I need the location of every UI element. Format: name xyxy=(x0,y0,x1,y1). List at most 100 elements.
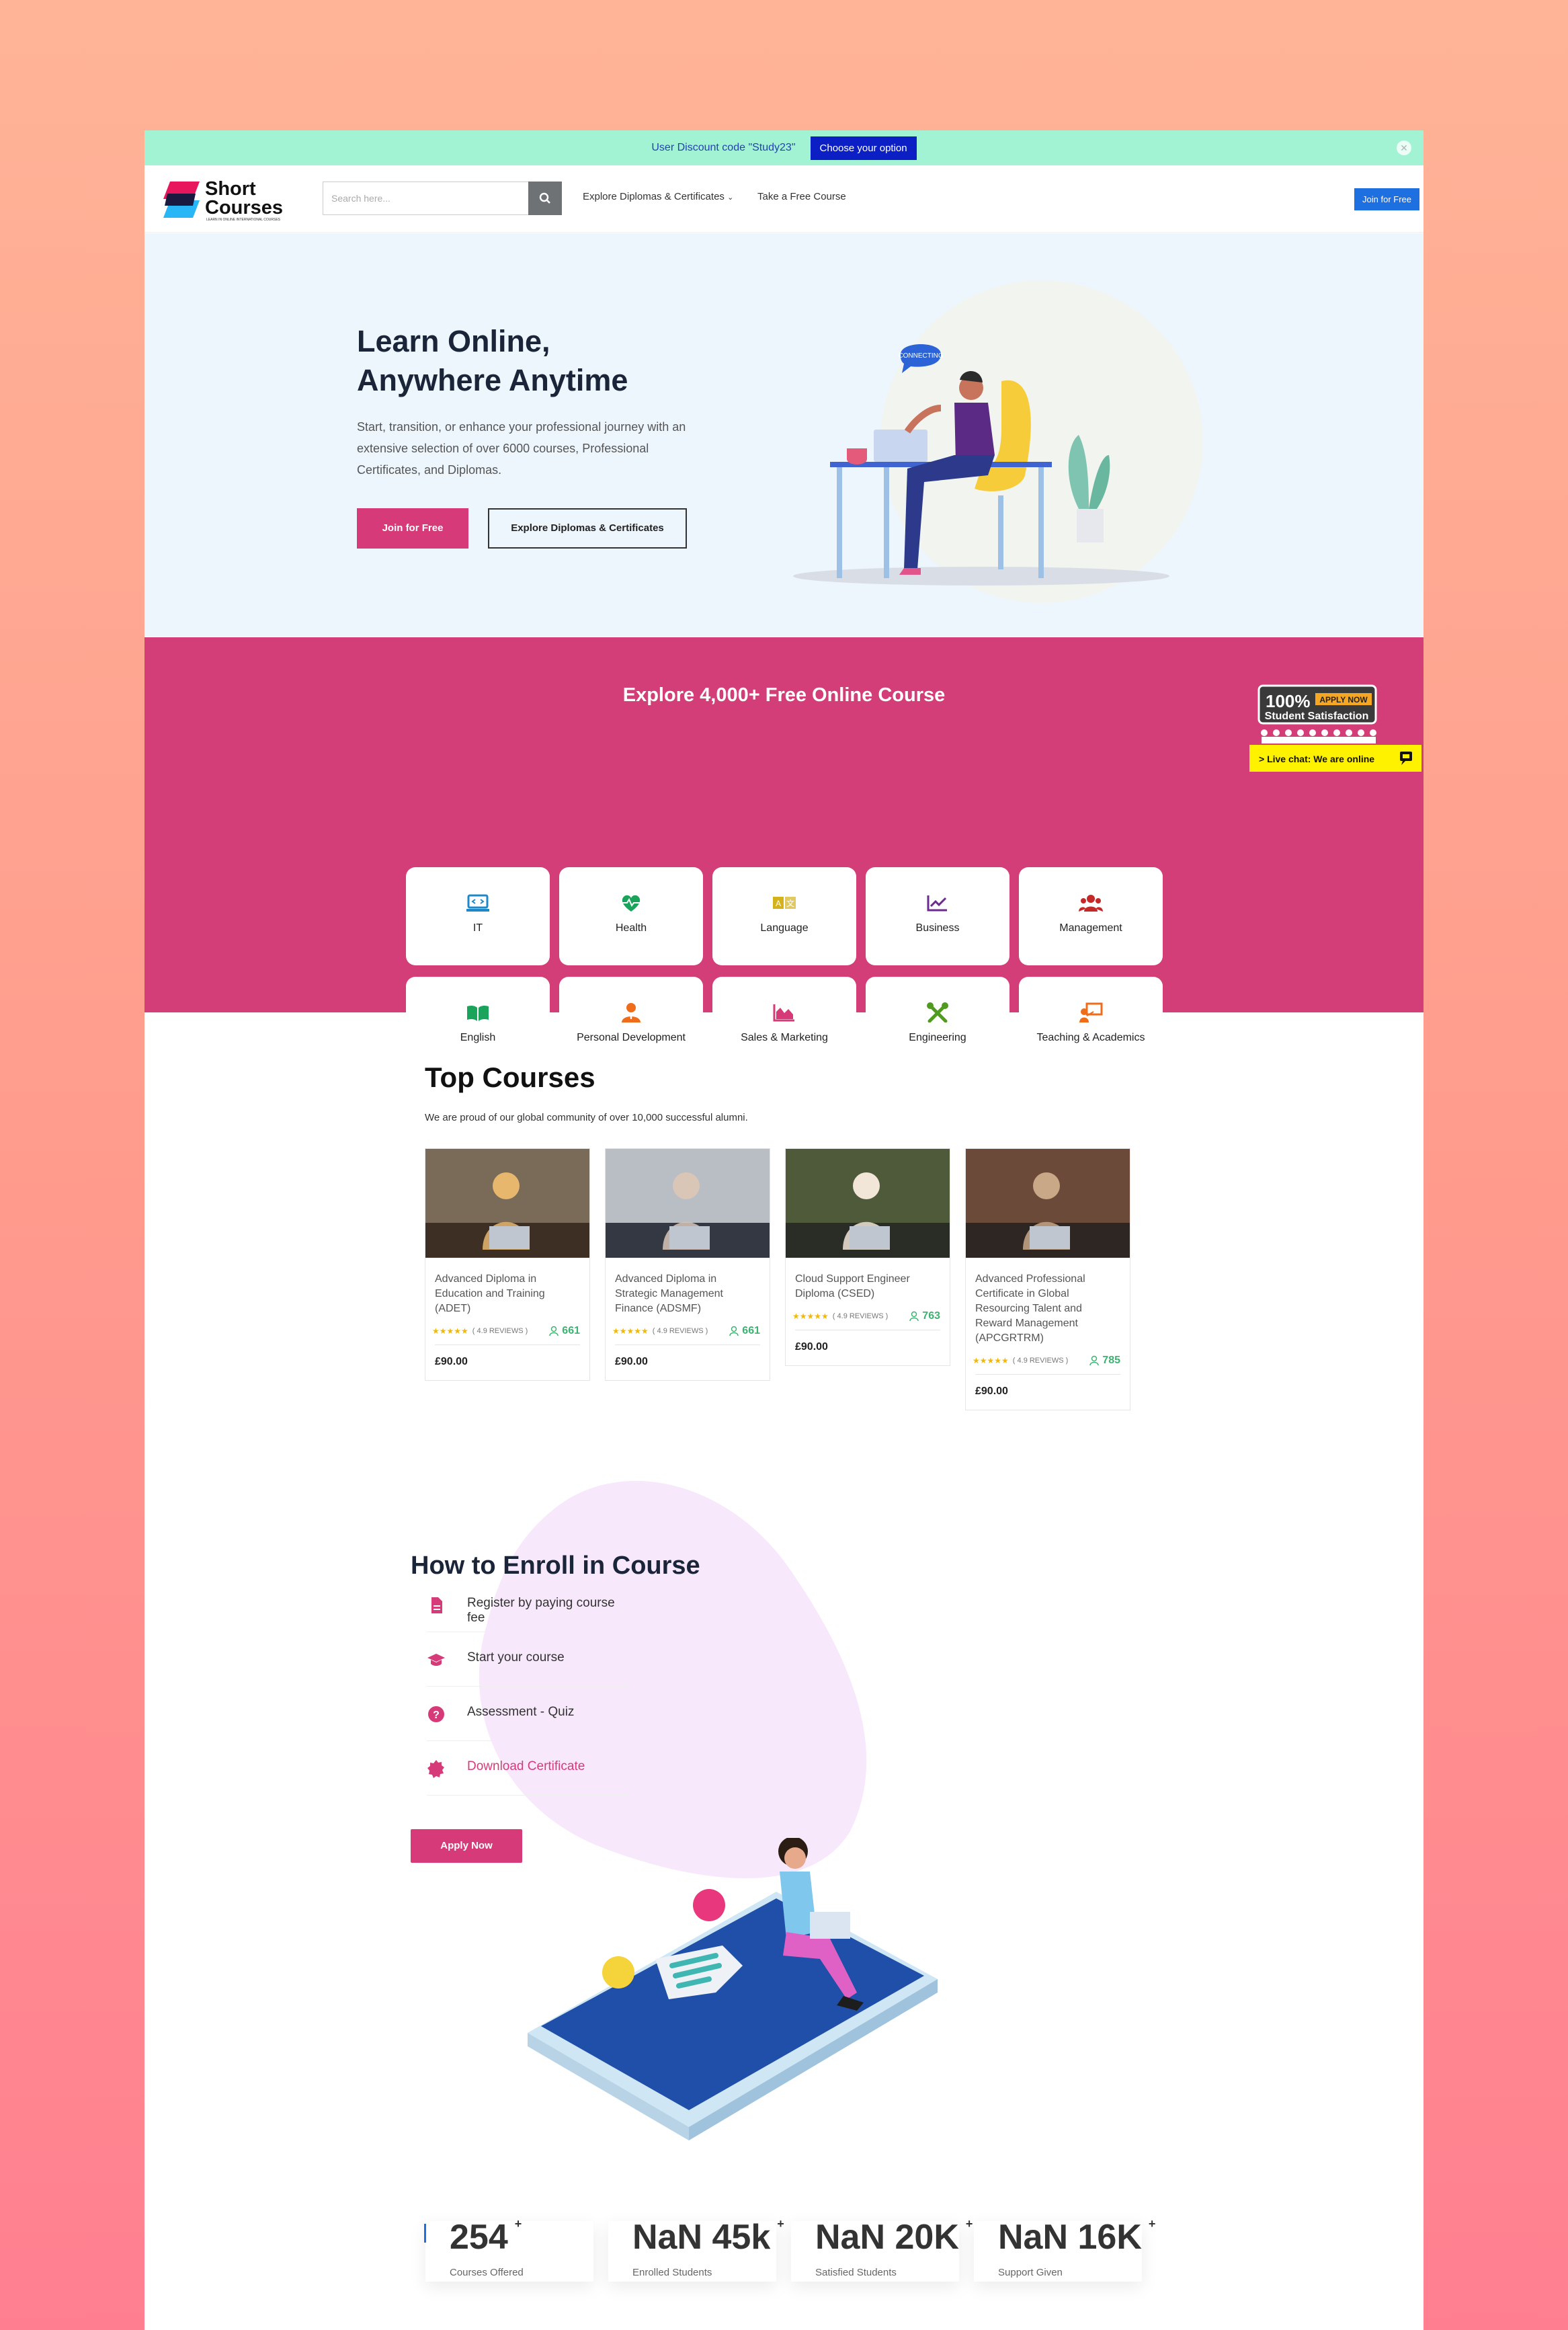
user-tie-icon xyxy=(622,1003,641,1022)
search-button[interactable] xyxy=(528,182,562,215)
enroll-step-label: Start your course xyxy=(467,1650,565,1664)
category-label: English xyxy=(460,1032,496,1043)
course-meta: ★★★★★ ( 4.9 REVIEWS ) 661 xyxy=(425,1316,589,1340)
course-card[interactable]: Advanced Diploma in Strategic Management… xyxy=(605,1148,770,1381)
course-title[interactable]: Advanced Professional Certificate in Glo… xyxy=(966,1261,1130,1346)
student-count: 661 xyxy=(729,1325,760,1337)
category-card-business[interactable]: Business xyxy=(866,867,1009,965)
enroll-step[interactable]: Download Certificate xyxy=(427,1755,628,1796)
enroll-step: Start your course xyxy=(427,1646,628,1687)
category-card-it[interactable]: IT xyxy=(406,867,550,965)
logo-tagline: LEARN IN ONLINE INTERNATIONAL COURSES xyxy=(206,218,281,222)
category-label: Business xyxy=(915,922,960,934)
badge-satisfaction: Student Satisfaction xyxy=(1265,711,1369,722)
counter-label: Enrolled Students xyxy=(632,2267,712,2278)
certificate-icon xyxy=(427,1760,444,1778)
course-price: £90.00 xyxy=(795,1341,828,1353)
review-count: ( 4.9 REVIEWS ) xyxy=(472,1327,528,1335)
category-card-english[interactable]: English xyxy=(406,977,550,1075)
tools-icon xyxy=(927,1002,948,1022)
enroll-title: How to Enroll in Course xyxy=(411,1552,700,1580)
close-icon[interactable]: ✕ xyxy=(1397,140,1411,155)
counter-value: NaN 16K + xyxy=(998,2217,1155,2257)
student-count-value: 661 xyxy=(562,1325,580,1336)
counter-box: 254 + Courses Offered xyxy=(425,2217,593,2282)
review-count: ( 4.9 REVIEWS ) xyxy=(832,1312,889,1320)
course-title[interactable]: Cloud Support Engineer Diploma (CSED) xyxy=(786,1261,950,1301)
svg-text:文: 文 xyxy=(786,898,794,908)
category-label: Personal Development xyxy=(577,1032,686,1043)
course-image[interactable] xyxy=(606,1149,770,1258)
category-card-language[interactable]: A 文 Language xyxy=(712,867,856,965)
course-card[interactable]: Advanced Diploma in Education and Traini… xyxy=(425,1148,590,1381)
nav-explore-label: Explore Diplomas & Certificates xyxy=(583,191,725,202)
category-label: Engineering xyxy=(909,1032,966,1043)
counter-value: NaN 45k + xyxy=(632,2217,784,2257)
course-card[interactable]: Cloud Support Engineer Diploma (CSED) ★★… xyxy=(785,1148,950,1366)
rating-stars: ★★★★★ xyxy=(973,1356,1009,1365)
nav-free-course[interactable]: Take a Free Course xyxy=(757,191,846,202)
page-frame: User Discount code "Study23" Choose your… xyxy=(145,130,1423,2330)
enroll-step: ? Assessment - Quiz xyxy=(427,1701,628,1741)
satisfaction-badge[interactable]: 100% APPLY NOW Student Satisfaction > Li… xyxy=(1249,684,1421,774)
logo-mark-icon xyxy=(163,182,200,218)
heartbeat-icon xyxy=(622,895,641,912)
course-image[interactable] xyxy=(966,1149,1130,1258)
course-title[interactable]: Advanced Diploma in Education and Traini… xyxy=(425,1261,589,1316)
counter-box: NaN 45k + Enrolled Students xyxy=(608,2217,784,2282)
student-count: 785 xyxy=(1089,1355,1120,1367)
hero-explore-button[interactable]: Explore Diplomas & Certificates xyxy=(488,508,687,549)
course-image[interactable] xyxy=(786,1149,950,1258)
hero-section: Learn Online, Anywhere Anytime Start, tra… xyxy=(145,233,1423,637)
apply-now-button[interactable]: Apply Now xyxy=(411,1829,522,1863)
review-count: ( 4.9 REVIEWS ) xyxy=(1012,1357,1069,1365)
category-label: Language xyxy=(760,922,809,934)
nav-explore-dropdown[interactable]: Explore Diplomas & Certificates ⌄ xyxy=(583,191,733,202)
rating-stars: ★★★★★ xyxy=(432,1326,468,1336)
chevron-down-icon: ⌄ xyxy=(727,194,734,202)
svg-text:A: A xyxy=(776,899,781,908)
student-count-value: 785 xyxy=(1102,1355,1120,1366)
category-card-management[interactable]: Management xyxy=(1019,867,1163,965)
category-card-engineering[interactable]: Engineering xyxy=(866,977,1009,1075)
category-card-health[interactable]: Health xyxy=(559,867,703,965)
live-chat-text: > Live chat: We are online xyxy=(1259,754,1374,764)
rating-stars: ★★★★★ xyxy=(612,1326,649,1336)
choose-option-button[interactable]: Choose your option xyxy=(810,136,917,160)
logo-text-line2: Courses xyxy=(205,197,284,218)
users-icon xyxy=(1079,895,1103,912)
category-label: Health xyxy=(615,922,647,934)
search-input[interactable]: Search here... xyxy=(323,182,528,215)
course-title[interactable]: Advanced Diploma in Strategic Management… xyxy=(606,1261,770,1316)
category-label: Sales & Marketing xyxy=(741,1032,828,1043)
badge-percent: 100% xyxy=(1266,691,1311,711)
counter-plus: + xyxy=(514,2217,522,2231)
category-card-personal-development[interactable]: Personal Development xyxy=(559,977,703,1075)
category-label: Teaching & Academics xyxy=(1036,1032,1145,1043)
student-count-value: 661 xyxy=(742,1325,760,1336)
chalkboard-teacher-icon xyxy=(1079,1002,1103,1022)
logo-text-line1: Short xyxy=(205,178,256,200)
search-icon xyxy=(539,192,550,204)
counter-number: NaN 45k xyxy=(632,2218,771,2257)
course-image[interactable] xyxy=(425,1149,589,1258)
graduation-cap-icon xyxy=(427,1654,445,1666)
categories-section: Explore 4,000+ Free Online Course IT Heal… xyxy=(145,637,1423,1075)
category-label: IT xyxy=(472,922,483,934)
enroll-step-label: Assessment - Quiz xyxy=(467,1705,575,1719)
hero-title: Learn Online, Anywhere Anytime xyxy=(357,324,628,397)
course-price: £90.00 xyxy=(615,1356,648,1367)
hero-join-button[interactable]: Join for Free xyxy=(357,508,468,549)
counter-number: 254 xyxy=(450,2218,508,2257)
logo[interactable]: Short Courses LEARN IN ONLINE INTERNATIO… xyxy=(161,176,288,223)
counter-plus: + xyxy=(1148,2217,1156,2231)
discount-text: User Discount code "Study23" xyxy=(651,142,796,153)
course-card[interactable]: Advanced Professional Certificate in Glo… xyxy=(965,1148,1130,1410)
header-join-button[interactable]: Join for Free xyxy=(1354,188,1419,210)
chart-area-icon xyxy=(773,1004,794,1022)
category-card-sales-marketing[interactable]: Sales & Marketing xyxy=(712,977,856,1075)
counter-plus: + xyxy=(777,2217,784,2231)
enroll-step-label[interactable]: Download Certificate xyxy=(467,1759,585,1774)
category-card-teaching-academics[interactable]: Teaching & Academics xyxy=(1019,977,1163,1075)
student-count: 763 xyxy=(909,1310,940,1322)
